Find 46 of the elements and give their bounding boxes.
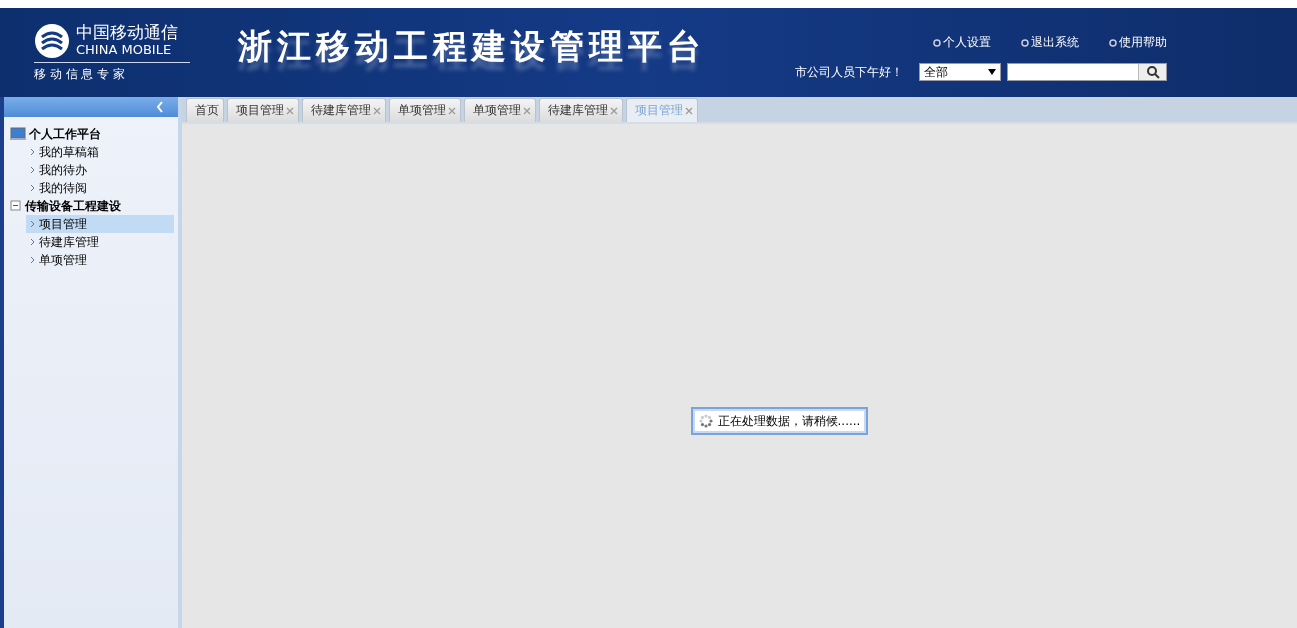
close-icon[interactable] [685, 106, 693, 115]
tree-item[interactable]: 我的待办 [26, 161, 174, 179]
tree-item[interactable]: 我的草稿箱 [26, 143, 174, 161]
tab[interactable]: 单项管理 [389, 98, 461, 122]
header-link[interactable]: 个人设置 [933, 34, 991, 51]
close-icon[interactable] [610, 106, 618, 115]
close-icon[interactable] [448, 106, 456, 115]
loading-message: 正在处理数据，请稍候...... [717, 412, 861, 430]
tab[interactable]: 首页 [186, 98, 224, 122]
tree-item[interactable]: 我的待阅 [26, 179, 174, 197]
ring-icon [933, 38, 941, 47]
chevron-icon [30, 184, 35, 192]
tab[interactable]: 待建库管理 [539, 98, 623, 122]
tab[interactable]: 待建库管理 [302, 98, 386, 122]
tree-item[interactable]: 项目管理 [26, 215, 174, 233]
chevron-icon [30, 166, 35, 174]
greeting-text: 市公司人员下午好！ [795, 63, 903, 81]
platform-title: 浙江移动工程建设管理平台 [238, 24, 706, 68]
collapse-icon[interactable] [10, 200, 22, 212]
chevron-icon [30, 220, 35, 228]
close-icon[interactable] [523, 106, 531, 115]
ring-icon [1109, 38, 1117, 47]
logo-text: 中国移动通信 [76, 23, 178, 41]
ring-icon [1021, 38, 1029, 47]
tab[interactable]: 项目管理 [227, 98, 299, 122]
tree-group-label[interactable]: 个人工作平台 [29, 125, 101, 143]
logo-text: CHINA MOBILE [76, 41, 173, 58]
tree-item[interactable]: 单项管理 [26, 251, 174, 269]
tree-item[interactable]: 待建库管理 [26, 233, 174, 251]
computer-icon [10, 127, 26, 141]
close-icon[interactable] [286, 106, 294, 115]
header-link[interactable]: 使用帮助 [1109, 34, 1167, 51]
tree-group-label[interactable]: 传输设备工程建设 [25, 197, 121, 215]
logo-slogan: 移 动 信 息 专 家 [34, 65, 127, 83]
chevron-icon [30, 238, 35, 246]
scope-select[interactable]: 全部 [919, 63, 1001, 81]
search-button[interactable] [1138, 64, 1166, 80]
logo-icon [34, 22, 70, 59]
header-link[interactable]: 退出系统 [1021, 34, 1079, 51]
dropdown-arrow-icon [988, 69, 996, 75]
chevron-icon [30, 256, 35, 264]
search-field[interactable] [1007, 63, 1167, 81]
tab[interactable]: 单项管理 [464, 98, 536, 122]
close-icon[interactable] [373, 106, 381, 115]
spinner-icon [698, 414, 713, 428]
chevron-icon [30, 148, 35, 156]
